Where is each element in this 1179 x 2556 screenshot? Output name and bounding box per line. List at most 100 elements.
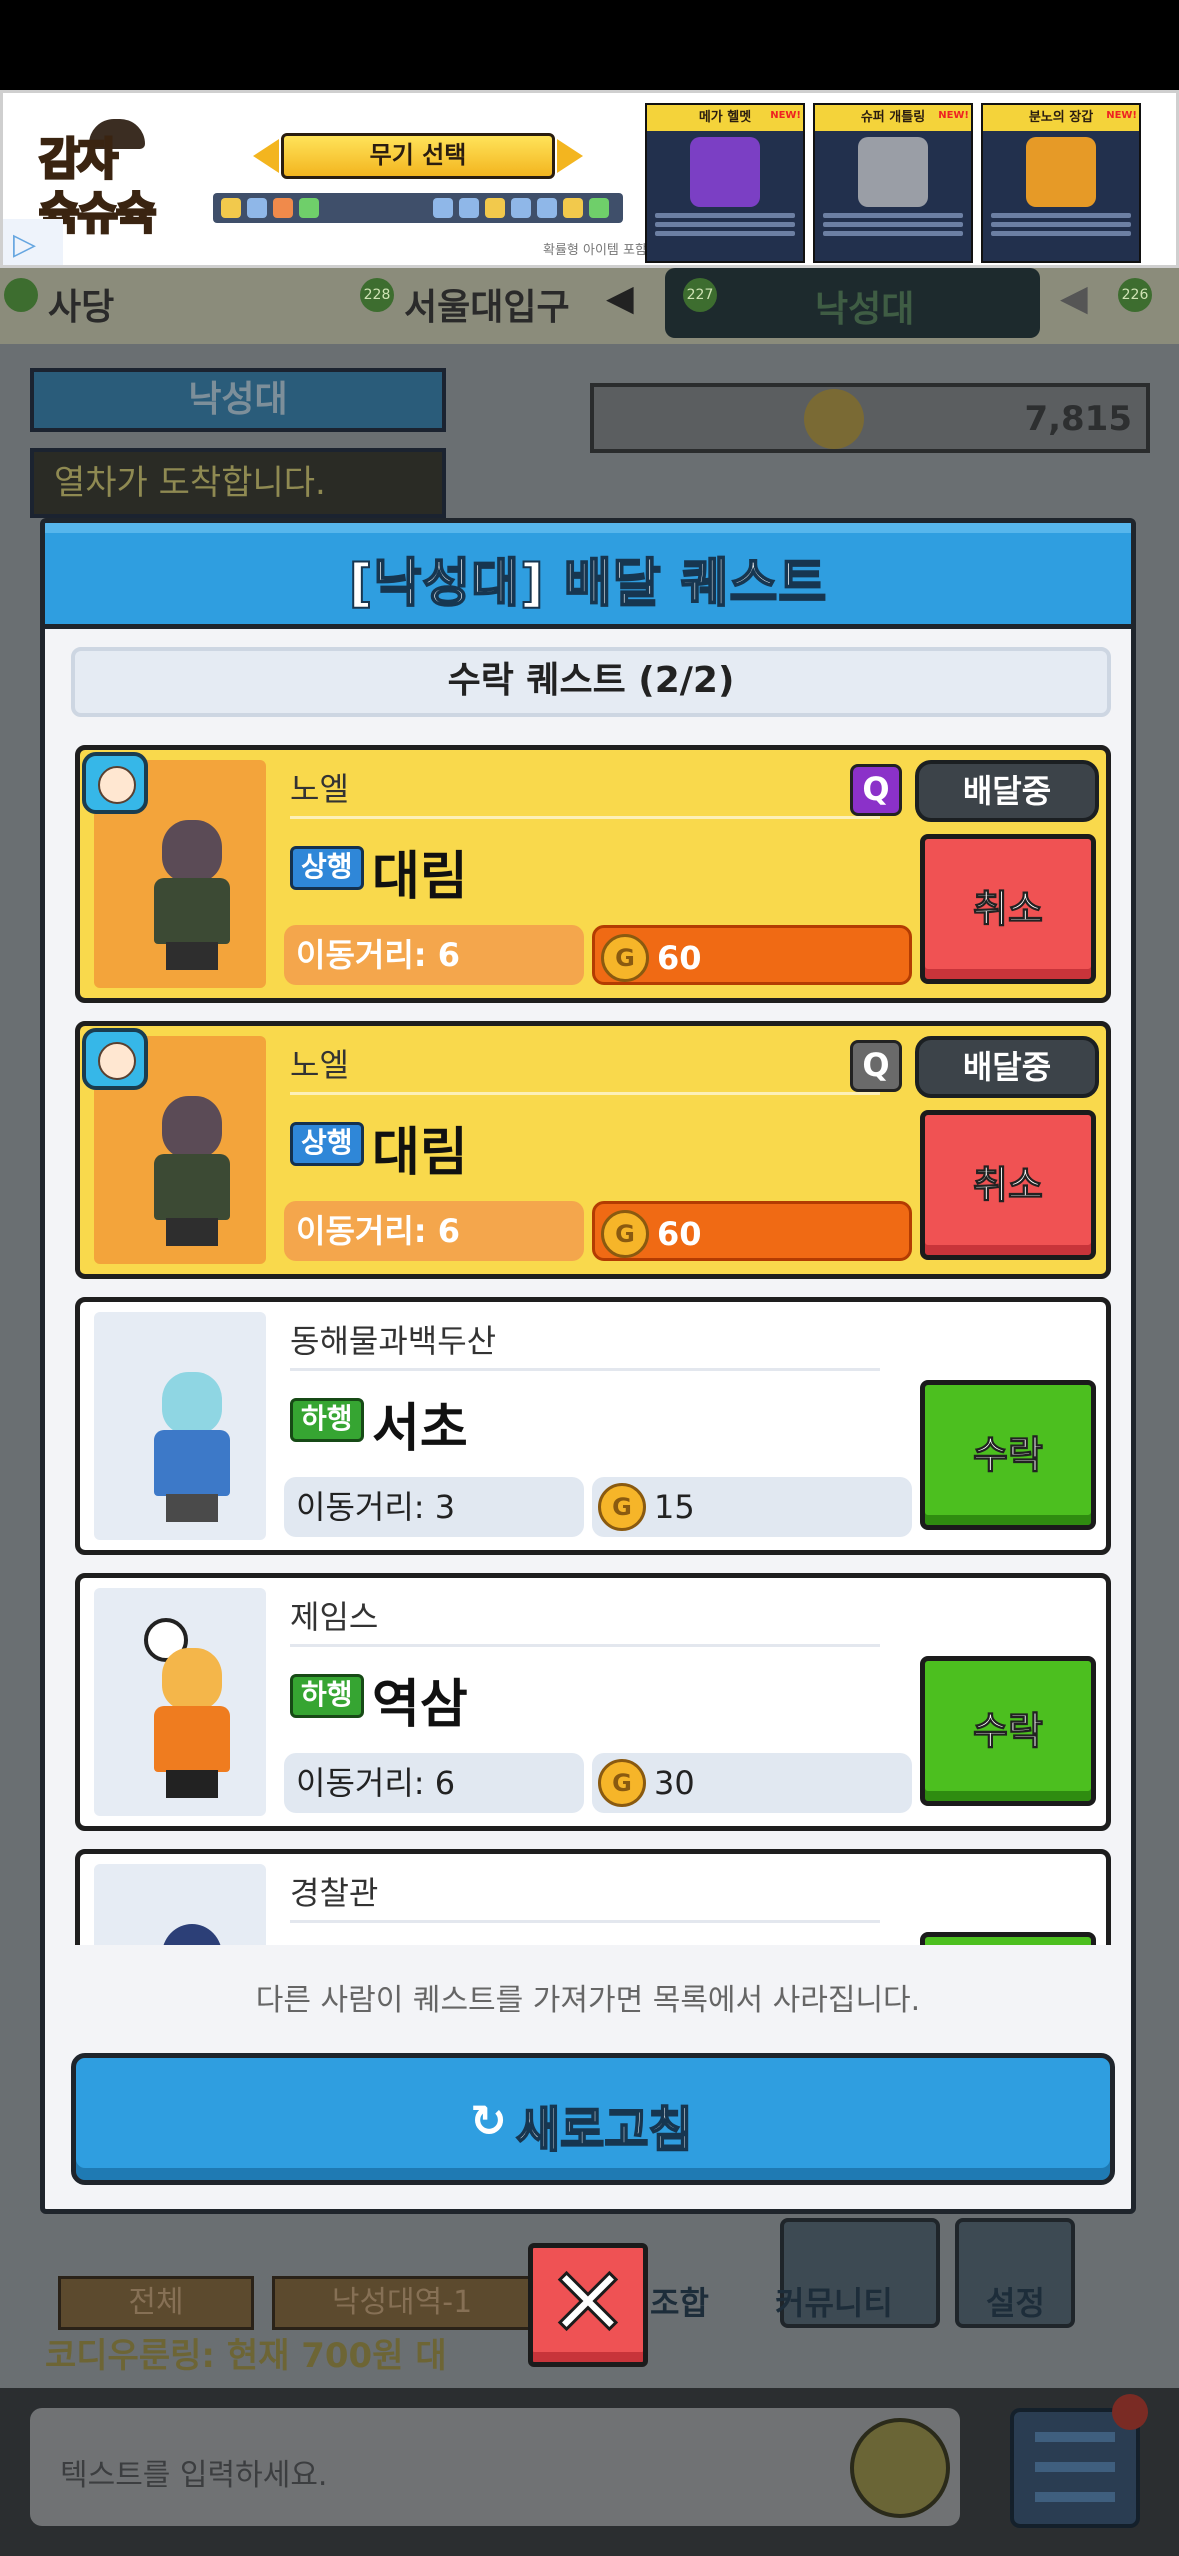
reward: 60: [592, 925, 912, 985]
refresh-icon: ↻: [470, 2096, 507, 2147]
station-next-number: 226: [1118, 278, 1152, 312]
station-prev-number: 228: [360, 278, 394, 312]
refresh-button-label: 새로고침: [515, 2101, 694, 2159]
slot-icon: [221, 198, 241, 218]
slot-icon: [511, 198, 531, 218]
npc-police-icon: [144, 1924, 240, 1945]
chevron-left-icon[interactable]: ◀: [606, 278, 634, 319]
chevron-left-icon[interactable]: ◀: [1060, 278, 1088, 319]
refresh-button[interactable]: ↻ 새로고침: [71, 2053, 1115, 2185]
quest-card: 동해물과백두산 하행 서초 이동거리: 3 15 수락: [75, 1297, 1111, 1555]
direction-badge: 상행: [290, 1122, 364, 1166]
accept-button[interactable]: 수락: [920, 1656, 1096, 1806]
npc-name: 노엘: [290, 1046, 349, 1084]
npc-noel-icon: [144, 1096, 240, 1246]
filter-all-tab[interactable]: 전체: [58, 2276, 254, 2330]
accept-button[interactable]: 수락: [920, 1380, 1096, 1530]
quest-card: 노엘 상행 대림 이동거리: 6 60 Q 배달중 취소: [75, 1021, 1111, 1279]
npc-name: 제임스: [290, 1598, 379, 1636]
station-number-icon: [4, 278, 38, 312]
reward-amount: 60: [657, 939, 702, 977]
npc-james-icon: [144, 1618, 240, 1798]
ad-footer-note: 확률형 아이템 포함: [543, 243, 647, 258]
slot-icon: [299, 198, 319, 218]
slot-icon: [589, 198, 609, 218]
quest-card: 경찰관: [75, 1849, 1111, 1945]
community-tab-label: 커뮤니티: [775, 2284, 893, 2322]
destination: 서초: [372, 1399, 468, 1459]
arrow-left-icon: [253, 139, 279, 173]
ad-weapon-slots: [213, 193, 623, 223]
status-badge: 배달중: [915, 1036, 1099, 1098]
settings-tab-label: 설정: [986, 2284, 1045, 2322]
close-button[interactable]: ✕: [528, 2243, 648, 2367]
coin-icon: [598, 1759, 646, 1807]
filter-station-tab[interactable]: 낙성대역-1: [272, 2276, 532, 2330]
coin-icon: [601, 1210, 649, 1258]
ad-weapon-select-label: 무기 선택: [281, 133, 555, 179]
ad-card-helmet: 메가 헬멧 NEW!: [645, 103, 805, 263]
ad-card-title: 메가 헬멧: [698, 110, 752, 125]
coin-icon: [598, 1483, 646, 1531]
ad-logo: 감자 슉슈슉: [37, 119, 199, 243]
emotion-icon: [82, 1028, 148, 1090]
accepted-quest-count: 수락 퀘스트 (2/2): [71, 647, 1111, 717]
reward: 30: [592, 1753, 912, 1813]
destination: 대림: [372, 1123, 468, 1183]
ad-card-glove: 분노의 장갑 NEW!: [981, 103, 1141, 263]
quest-card: 노엘 상행 대림 이동거리: 6 60 Q 배달중 취소: [75, 745, 1111, 1003]
npc-portrait: [94, 1588, 266, 1816]
distance: 이동거리: 3: [284, 1477, 584, 1537]
ad-card-title: 분노의 장갑: [1028, 110, 1094, 125]
ad-weapon-select: 무기 선택: [253, 133, 583, 179]
station-current: 낙성대: [815, 289, 915, 330]
chat-input-placeholder: 텍스트를 입력하세요.: [60, 2458, 328, 2493]
direction-badge: 하행: [290, 1398, 364, 1442]
destination: 대림: [372, 847, 468, 907]
station-current-box: 227 낙성대: [665, 268, 1040, 338]
distance: 이동거리: 6: [284, 1753, 584, 1813]
accept-button[interactable]: [920, 1932, 1096, 1945]
ad-choices-icon[interactable]: ▷: [3, 219, 63, 265]
arrival-message: 열차가 도착합니다.: [30, 448, 446, 518]
delivery-quest-modal: [낙성대] 배달 퀘스트 수락 퀘스트 (2/2) 노엘 상행 대림 이동거리:: [40, 518, 1136, 2214]
npc-portrait: [94, 1864, 266, 1945]
ad-banner[interactable]: 감자 슉슈슉 무기 선택 확률형 아이템 포함 메가 헬멧 NEW! 슈퍼 개틀…: [0, 90, 1179, 268]
quest-q-icon[interactable]: Q: [850, 764, 902, 816]
coin-amount: 7,815: [1024, 399, 1132, 439]
station-prev[interactable]: 서울대입구: [404, 278, 570, 330]
coin-counter: 7,815: [590, 383, 1150, 453]
chat-input[interactable]: 텍스트를 입력하세요.: [30, 2408, 960, 2526]
reward-amount: 30: [654, 1764, 695, 1802]
npc-name: 경찰관: [290, 1874, 379, 1912]
quest-q-icon[interactable]: Q: [850, 1040, 902, 1092]
notification-dot-icon: [1112, 2394, 1148, 2430]
reward-amount: 60: [657, 1215, 702, 1253]
coin-icon: [804, 389, 864, 449]
new-badge: NEW!: [770, 110, 801, 121]
glove-icon: [1026, 137, 1096, 207]
new-badge: NEW!: [938, 110, 969, 121]
ad-card-gatling: 슈퍼 개틀링 NEW!: [813, 103, 973, 263]
reward-amount: 15: [654, 1488, 695, 1526]
coin-icon: [601, 934, 649, 982]
status-badge: 배달중: [915, 760, 1099, 822]
ticker-text: 코디우룬링: 현재 700원 대: [45, 2336, 447, 2376]
modal-title: [낙성대] 배달 퀘스트: [348, 553, 828, 615]
new-badge: NEW!: [1106, 110, 1137, 121]
station-current-number: 227: [683, 278, 717, 312]
station-left: 사당: [48, 287, 115, 328]
arrow-right-icon: [557, 139, 583, 173]
close-icon: ✕: [546, 2247, 629, 2360]
emotion-icon: [82, 752, 148, 814]
quest-list[interactable]: 노엘 상행 대림 이동거리: 6 60 Q 배달중 취소: [71, 741, 1115, 1945]
combine-tab-label: 조합: [650, 2284, 709, 2322]
cancel-button[interactable]: 취소: [920, 834, 1096, 984]
gatling-icon: [858, 137, 928, 207]
npc-name: 노엘: [290, 770, 349, 808]
npc-dhbds-icon: [144, 1372, 240, 1522]
emoji-icon[interactable]: [850, 2418, 950, 2518]
npc-portrait: [94, 1312, 266, 1540]
quest-card: 제임스 하행 역삼 이동거리: 6 30 수락: [75, 1573, 1111, 1831]
cancel-button[interactable]: 취소: [920, 1110, 1096, 1260]
